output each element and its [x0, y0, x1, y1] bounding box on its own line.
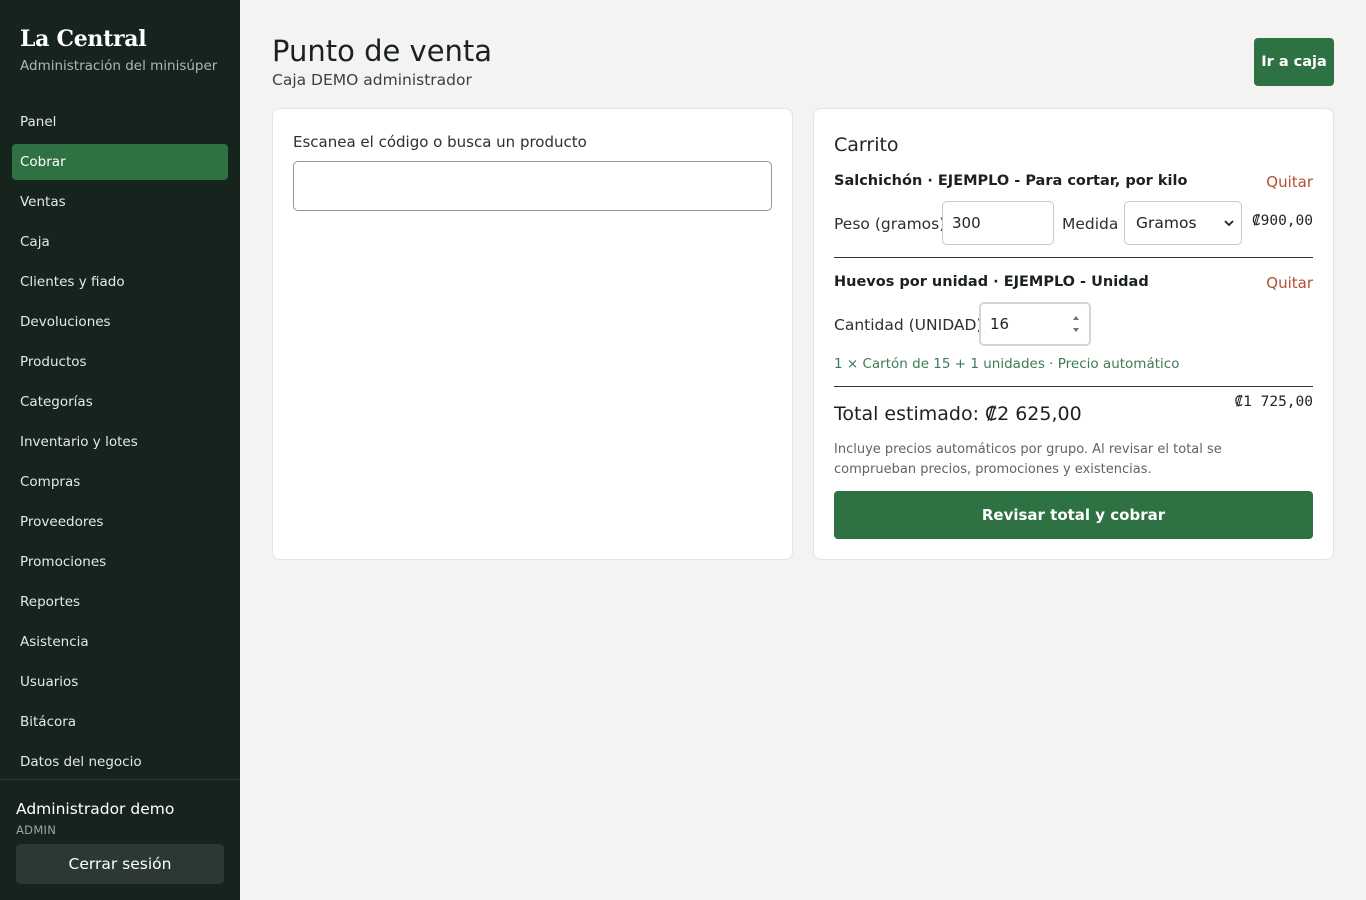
sidebar-footer: Administrador demo ADMIN Cerrar sesión — [0, 779, 240, 900]
sidebar-item-clientes[interactable]: Clientes y fiado — [12, 264, 228, 300]
logout-button[interactable]: Cerrar sesión — [16, 844, 224, 884]
page-subtitle: Caja DEMO administrador — [272, 71, 472, 89]
spinner-arrows-icon[interactable] — [1071, 313, 1081, 335]
unit-select[interactable]: Gramos — [1124, 201, 1242, 245]
cart-item-name: Salchichón · EJEMPLO - Para cortar, por … — [834, 173, 1188, 189]
weight-label: Peso (gramos) — [834, 215, 946, 233]
sidebar-nav: Panel Cobrar Ventas Caja Clientes y fiad… — [12, 104, 228, 784]
go-to-register-button[interactable]: Ir a caja — [1254, 38, 1334, 86]
brand-subtitle: Administración del minisúper — [20, 58, 218, 74]
sidebar-item-inventario[interactable]: Inventario y lotes — [12, 424, 228, 460]
checkout-button[interactable]: Revisar total y cobrar — [834, 491, 1313, 539]
sidebar-item-compras[interactable]: Compras — [12, 464, 228, 500]
product-search-card: Escanea el código o busca un producto — [272, 108, 793, 560]
sidebar-item-promociones[interactable]: Promociones — [12, 544, 228, 580]
sidebar-item-ventas[interactable]: Ventas — [12, 184, 228, 220]
sidebar-item-caja[interactable]: Caja — [12, 224, 228, 260]
cart-item-name: Huevos por unidad · EJEMPLO - Unidad — [834, 274, 1149, 290]
estimated-total: Total estimado: ₡2 625,00 — [834, 403, 1082, 425]
user-role: ADMIN — [16, 823, 57, 837]
sidebar-item-categorias[interactable]: Categorías — [12, 384, 228, 420]
sidebar-item-panel[interactable]: Panel — [12, 104, 228, 140]
user-name: Administrador demo — [16, 800, 175, 818]
unit-label: Medida — [1062, 215, 1119, 233]
cart-title: Carrito — [834, 134, 899, 156]
sidebar: La Central Administración del minisúper … — [0, 0, 240, 900]
search-label: Escanea el código o busca un producto — [293, 133, 587, 151]
weight-input[interactable]: 300 — [942, 201, 1054, 245]
sidebar-item-asistencia[interactable]: Asistencia — [12, 624, 228, 660]
unit-select-value: Gramos — [1136, 214, 1197, 232]
product-search-input[interactable] — [293, 161, 772, 211]
quantity-stepper[interactable]: 16 — [979, 302, 1091, 346]
sidebar-item-productos[interactable]: Productos — [12, 344, 228, 380]
item-price: ₡900,00 — [1251, 213, 1313, 229]
page-title: Punto de venta — [272, 34, 493, 68]
quantity-label: Cantidad (UNIDAD) — [834, 316, 983, 334]
item-price: ₡1 725,00 — [1234, 394, 1313, 410]
sidebar-item-proveedores[interactable]: Proveedores — [12, 504, 228, 540]
sidebar-item-reportes[interactable]: Reportes — [12, 584, 228, 620]
auto-price-note: 1 × Cartón de 15 + 1 unidades · Precio a… — [834, 356, 1180, 372]
brand-name: La Central — [20, 26, 147, 52]
remove-item-button[interactable]: Quitar — [1266, 274, 1313, 292]
sidebar-item-datos-negocio[interactable]: Datos del negocio — [12, 744, 228, 780]
total-help-text: Incluye precios automáticos por grupo. A… — [834, 442, 1222, 477]
chevron-down-icon — [1224, 220, 1234, 227]
sidebar-item-usuarios[interactable]: Usuarios — [12, 664, 228, 700]
sidebar-item-cobrar[interactable]: Cobrar — [12, 144, 228, 180]
remove-item-button[interactable]: Quitar — [1266, 173, 1313, 191]
cart-card: Carrito Salchichón · EJEMPLO - Para cort… — [813, 108, 1334, 560]
quantity-value: 16 — [990, 315, 1010, 333]
item-divider — [834, 257, 1313, 258]
sidebar-item-devoluciones[interactable]: Devoluciones — [12, 304, 228, 340]
sidebar-item-bitacora[interactable]: Bitácora — [12, 704, 228, 740]
total-divider — [834, 386, 1313, 387]
